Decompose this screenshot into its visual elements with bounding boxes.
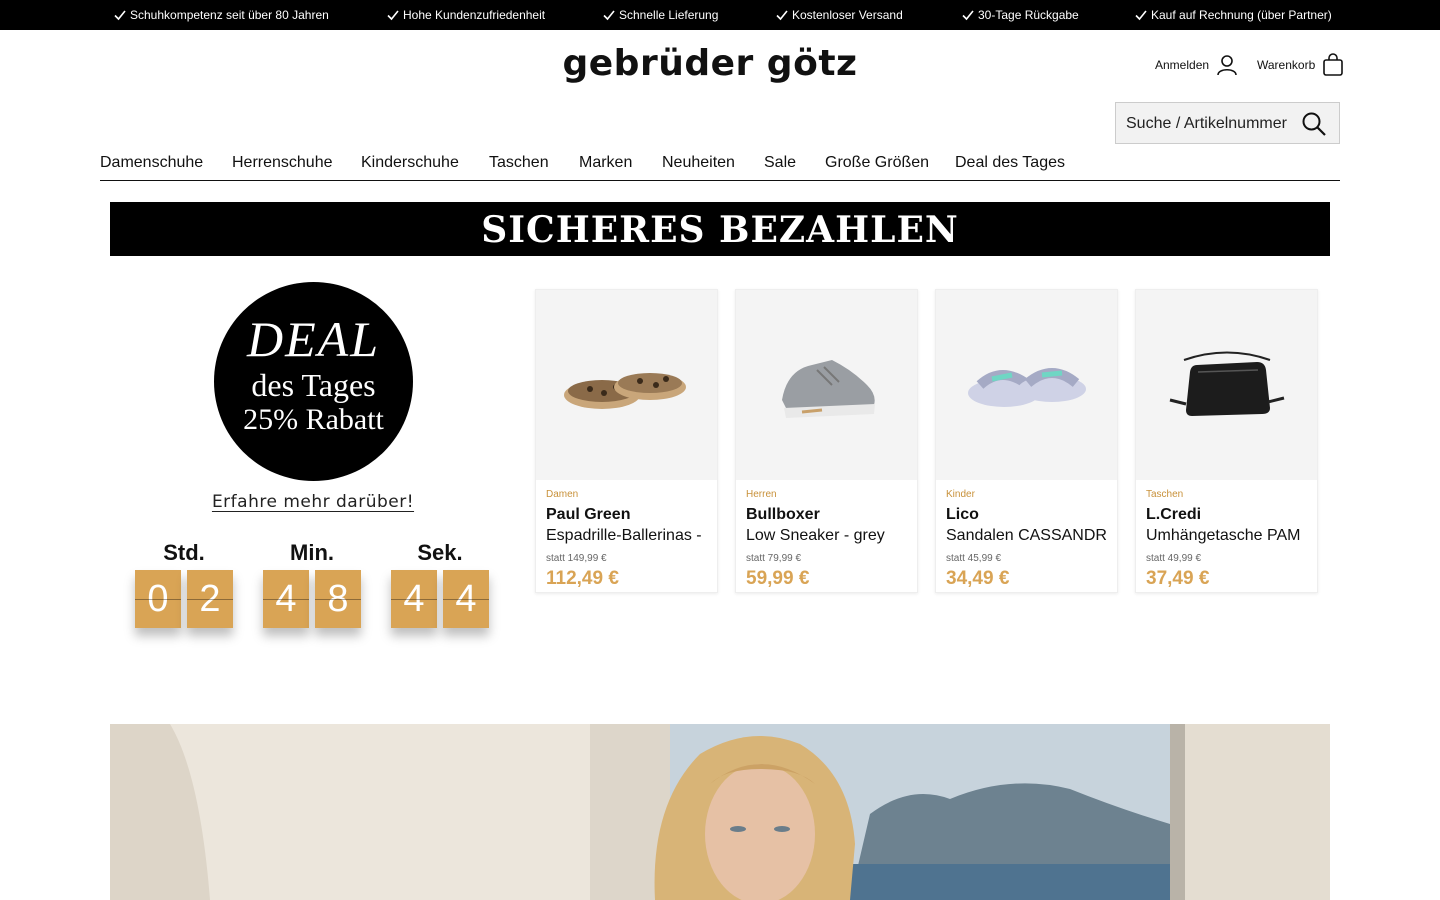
login-link[interactable]: Anmelden — [1155, 53, 1239, 77]
cart-label: Warenkorb — [1257, 58, 1316, 72]
countdown-label: Sek. — [417, 540, 463, 565]
product-old-price: statt 149,99 € — [546, 553, 607, 564]
usp-bar: Schuhkompetenz seit über 80 Jahren Hohe … — [0, 0, 1440, 30]
countdown-digit: 2 — [187, 570, 233, 628]
cart-link[interactable]: Warenkorb — [1257, 53, 1345, 77]
usp-text: Schnelle Lieferung — [619, 8, 719, 22]
check-icon — [387, 10, 399, 21]
nav-item-grosse-groessen[interactable]: Große Größen — [825, 154, 929, 172]
product-image — [936, 290, 1117, 480]
product-category: Kinder — [946, 489, 975, 500]
product-price: 59,99 € — [746, 568, 810, 589]
secure-payment-banner[interactable]: SICHERES BEZAHLEN — [110, 202, 1330, 256]
countdown-digit: 4 — [263, 570, 309, 628]
check-icon — [603, 10, 615, 21]
product-image — [1136, 290, 1317, 480]
product-brand: Paul Green — [546, 506, 631, 523]
deal-title: DEAL — [247, 311, 380, 367]
usp-text: 30-Tage Rückgabe — [978, 8, 1079, 22]
check-icon — [114, 10, 126, 21]
product-price: 34,49 € — [946, 568, 1010, 589]
site-logo[interactable]: gebrüder götz — [562, 44, 858, 84]
countdown-digit: 4 — [443, 570, 489, 628]
product-category: Damen — [546, 489, 579, 500]
countdown-digit: 0 — [135, 570, 181, 628]
nav-item-marken[interactable]: Marken — [579, 154, 632, 172]
countdown-hours: Std. 0 2 — [134, 540, 234, 628]
usp-item: Kostenloser Versand — [776, 8, 903, 22]
product-card[interactable]: Kinder Lico Sandalen CASSANDR statt 45,9… — [935, 289, 1118, 593]
search-input[interactable] — [1126, 111, 1298, 137]
usp-text: Kauf auf Rechnung (über Partner) — [1151, 8, 1332, 22]
deal-of-the-day-badge[interactable]: DEAL des Tages 25% Rabatt — [214, 282, 413, 481]
product-name: Espadrille-Ballerinas - — [546, 527, 702, 544]
countdown-label: Std. — [163, 540, 205, 565]
sandal-icon — [967, 368, 1086, 407]
nav-item-taschen[interactable]: Taschen — [489, 154, 549, 172]
usp-item: Schuhkompetenz seit über 80 Jahren — [114, 8, 329, 22]
countdown-digit: 8 — [315, 570, 361, 628]
countdown-seconds: Sek. 4 4 — [390, 540, 490, 628]
countdown-label: Min. — [290, 540, 334, 565]
product-brand: L.Credi — [1146, 506, 1202, 523]
deal-subtitle: des Tages — [251, 367, 376, 403]
deal-discount: 25% Rabatt — [243, 403, 384, 436]
nav-item-damenschuhe[interactable]: Damenschuhe — [100, 154, 203, 172]
search-icon[interactable] — [1301, 111, 1327, 137]
product-name: Umhängetasche PAM — [1146, 527, 1301, 544]
nav-item-kinderschuhe[interactable]: Kinderschuhe — [361, 154, 459, 172]
check-icon — [776, 10, 788, 21]
usp-text: Schuhkompetenz seit über 80 Jahren — [130, 8, 329, 22]
main-nav: Damenschuhe Herrenschuhe Kinderschuhe Ta… — [100, 150, 1340, 181]
product-price: 37,49 € — [1146, 568, 1210, 589]
product-old-price: statt 49,99 € — [1146, 553, 1202, 564]
usp-item: Kauf auf Rechnung (über Partner) — [1135, 8, 1332, 22]
product-image — [536, 290, 717, 480]
countdown-minutes: Min. 4 8 — [262, 540, 362, 628]
usp-item: 30-Tage Rückgabe — [962, 8, 1079, 22]
countdown-digit: 4 — [391, 570, 437, 628]
search-box — [1115, 102, 1340, 144]
nav-item-deal-des-tages[interactable]: Deal des Tages — [955, 154, 1065, 172]
hero-photo — [110, 724, 1330, 900]
product-card[interactable]: Herren Bullboxer Low Sneaker - grey stat… — [735, 289, 918, 593]
usp-item: Schnelle Lieferung — [603, 8, 718, 22]
usp-text: Kostenloser Versand — [792, 8, 903, 22]
product-price: 112,49 € — [546, 568, 619, 589]
bag-icon — [1169, 351, 1284, 416]
check-icon — [962, 10, 974, 21]
usp-item: Hohe Kundenzufriedenheit — [387, 8, 545, 22]
user-icon — [1217, 55, 1237, 76]
product-card[interactable]: Taschen L.Credi Umhängetasche PAM statt … — [1135, 289, 1318, 593]
product-category: Taschen — [1146, 489, 1184, 500]
nav-item-herrenschuhe[interactable]: Herrenschuhe — [232, 154, 333, 172]
hero-image[interactable] — [110, 724, 1330, 900]
product-old-price: statt 79,99 € — [746, 553, 802, 564]
usp-text: Hohe Kundenzufriedenheit — [403, 8, 546, 22]
sneaker-icon — [781, 360, 875, 418]
product-card[interactable]: Damen Paul Green Espadrille-Ballerinas -… — [535, 289, 718, 593]
login-label: Anmelden — [1155, 58, 1210, 72]
product-name: Sandalen CASSANDR — [946, 527, 1107, 544]
nav-item-sale[interactable]: Sale — [764, 154, 796, 172]
product-brand: Bullboxer — [746, 506, 820, 523]
nav-item-neuheiten[interactable]: Neuheiten — [662, 154, 735, 172]
espadrille-icon — [563, 373, 686, 409]
shopping-bag-icon — [1323, 53, 1344, 76]
product-brand: Lico — [946, 506, 979, 523]
check-icon — [1135, 10, 1147, 21]
product-old-price: statt 45,99 € — [946, 553, 1002, 564]
product-image — [736, 290, 917, 480]
learn-more-link[interactable]: Erfahre mehr darüber! — [200, 492, 426, 512]
product-category: Herren — [746, 489, 777, 500]
product-name: Low Sneaker - grey — [746, 527, 885, 544]
